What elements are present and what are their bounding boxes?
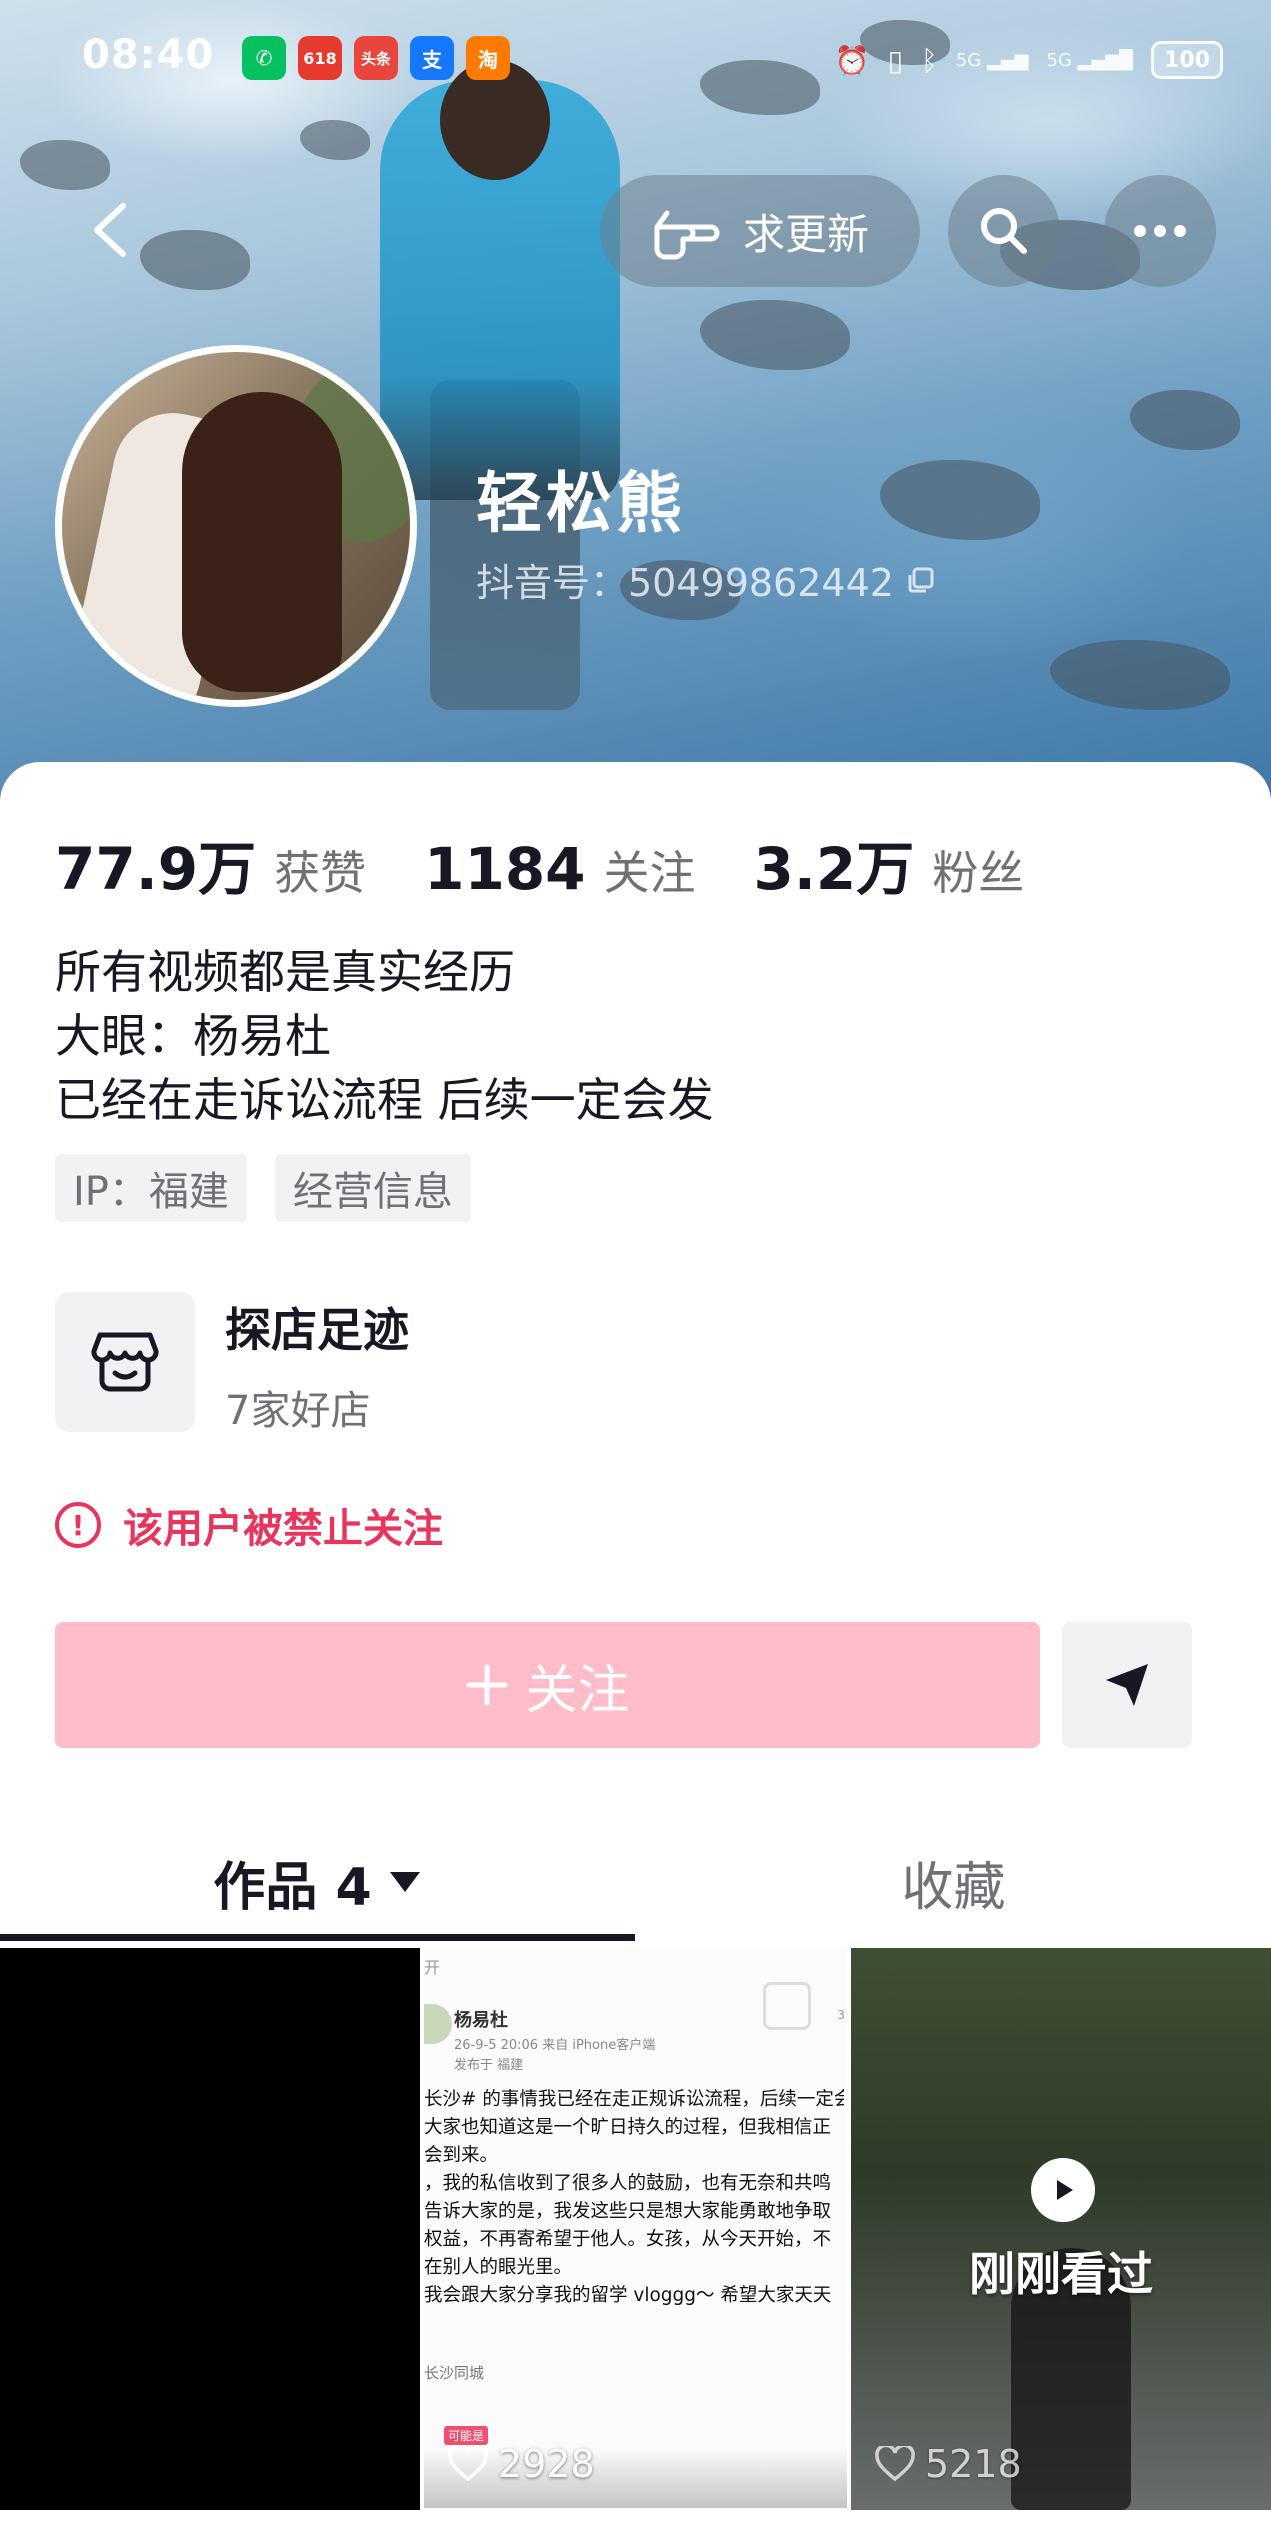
follow-banned-text: 该用户被禁止关注 (123, 1506, 443, 1552)
tab-favorites[interactable]: 收藏 (636, 1820, 1271, 1944)
post-username: 杨易杜 (454, 2010, 508, 2031)
alarm-icon: ⏰ (834, 43, 870, 77)
pointing-hand-icon (654, 210, 720, 260)
video-tile[interactable]: 刚刚看过 5218 (851, 1948, 1271, 2510)
likes-count[interactable]: 77.9万 (55, 822, 256, 906)
bio-line: 已经在走诉讼流程 后续一定会发 (55, 1073, 714, 1127)
douyin-id-text: 抖音号：50499862442 (476, 561, 894, 605)
follow-button[interactable]: 关注 (55, 1622, 1040, 1748)
signal-5g-icon-2: 5G ▂▄▆█ (1046, 49, 1134, 71)
tab-works[interactable]: 作品 4 (0, 1820, 635, 1944)
more-button[interactable] (1104, 175, 1216, 287)
status-time: 08:40 (82, 32, 215, 78)
tab-works-label: 作品 4 (213, 1857, 372, 1918)
post-body-text: 长沙# 的事情我已经在走正规诉讼流程，后续一定会 大家也知道这是一个旷日持久的过… (424, 2089, 844, 2306)
bio-line: 大眼：杨易杜 (55, 1009, 331, 1063)
storefront-icon (91, 1332, 159, 1392)
caret-down-icon[interactable] (388, 1870, 422, 1894)
search-button[interactable] (948, 175, 1060, 287)
follow-button-label: 关注 (525, 1660, 630, 1721)
vibrate-icon: ▯ (887, 43, 904, 77)
profile-cover-image: 08:40 ✆ 618 头条 支 淘 ⏰ ▯ ᛒ 5G ▂▄▆ 5G ▂▄▆█ … (0, 0, 1271, 800)
send-arrow-icon (1106, 1664, 1148, 1706)
signal-5g-icon: 5G ▂▄▆ (955, 49, 1029, 71)
profile-stats: 77.9万 获赞 1184 关注 3.2万 粉丝 (55, 822, 1082, 903)
bio-line: 所有视频都是真实经历 (55, 945, 515, 999)
business-info-tag[interactable]: 经营信息 (274, 1154, 471, 1222)
alipay-icon: 支 (410, 36, 454, 80)
profile-name: 轻松熊 (476, 465, 686, 542)
wechat-icon: ✆ (242, 36, 286, 80)
active-tab-indicator (0, 1934, 635, 1941)
chevron-left-icon (94, 203, 126, 257)
battery-icon: 100 (1151, 41, 1223, 79)
like-count-text: 2928 (498, 2442, 595, 2486)
search-icon (981, 208, 1027, 254)
recently-watched-label: 刚刚看过 (969, 2247, 1153, 2301)
follow-banned-notice: ! 该用户被禁止关注 (55, 1496, 443, 1554)
shop-icon-wrapper (55, 1292, 195, 1432)
douyin-id[interactable]: 抖音号：50499862442 (476, 552, 936, 607)
play-icon (1057, 2180, 1073, 2200)
avatar[interactable] (55, 345, 417, 707)
play-icon-wrapper (1031, 2158, 1095, 2222)
heart-icon (448, 2446, 488, 2482)
post-header-text: 开 (424, 1958, 441, 1977)
warning-icon: ! (55, 1502, 101, 1548)
plus-icon (466, 1664, 508, 1706)
profile-tags: IP：福建 经营信息 (55, 1154, 471, 1222)
toutiao-icon: 头条 (354, 36, 398, 80)
profile-tabs: 作品 4 收藏 (0, 1820, 1271, 1944)
tab-favorites-label: 收藏 (901, 1857, 1006, 1918)
following-count[interactable]: 1184 (424, 835, 585, 903)
taobao-icon: 淘 (466, 36, 510, 80)
post-avatar (424, 2004, 452, 2044)
more-dots-icon (1134, 225, 1186, 237)
shop-visits-entry[interactable]: 探店足迹 7家好店 (55, 1292, 755, 1434)
share-profile-button[interactable] (1062, 1622, 1192, 1748)
post-location: 发布于 福建 (454, 2058, 524, 2073)
618-app-icon: 618 (298, 36, 342, 80)
ip-location-tag: IP：福建 (55, 1154, 247, 1222)
shop-subtitle: 7家好店 (225, 1388, 371, 1434)
post-meta: 26-9-5 20:06 来自 iPhone客户端 (454, 2038, 656, 2053)
followers-label[interactable]: 粉丝 (932, 837, 1024, 903)
followers-count[interactable]: 3.2万 (754, 822, 915, 906)
post-edge-text: 3 (837, 2008, 845, 2022)
following-label[interactable]: 关注 (604, 837, 696, 903)
request-update-label: 求更新 (742, 209, 869, 259)
request-update-button[interactable]: 求更新 (600, 175, 920, 287)
video-tile[interactable]: 开 3 杨易杜 26-9-5 20:06 来自 iPhone客户端 发布于 福建… (424, 1948, 847, 2510)
post-footer-text: 长沙同城 (424, 2364, 485, 2382)
pinned-icon (763, 1982, 811, 2030)
video-tile[interactable] (0, 1948, 420, 2510)
video-grid: 开 3 杨易杜 26-9-5 20:06 来自 iPhone客户端 发布于 福建… (0, 1948, 1271, 2528)
status-bar: 08:40 ✆ 618 头条 支 淘 ⏰ ▯ ᛒ 5G ▂▄▆ 5G ▂▄▆█ … (0, 30, 1271, 90)
back-button[interactable] (80, 200, 140, 260)
likes-label[interactable]: 获赞 (274, 837, 366, 903)
bio: 所有视频都是真实经历 大眼：杨易杜 已经在走诉讼流程 后续一定会发 (55, 940, 714, 1132)
heart-icon (875, 2446, 915, 2482)
copy-icon[interactable] (906, 565, 936, 595)
video-like-count: 2928 (448, 2442, 595, 2486)
bluetooth-icon: ᛒ (921, 43, 938, 77)
shop-title: 探店足迹 (225, 1303, 409, 1357)
like-count-text: 5218 (925, 2442, 1022, 2486)
video-like-count: 5218 (875, 2442, 1022, 2486)
